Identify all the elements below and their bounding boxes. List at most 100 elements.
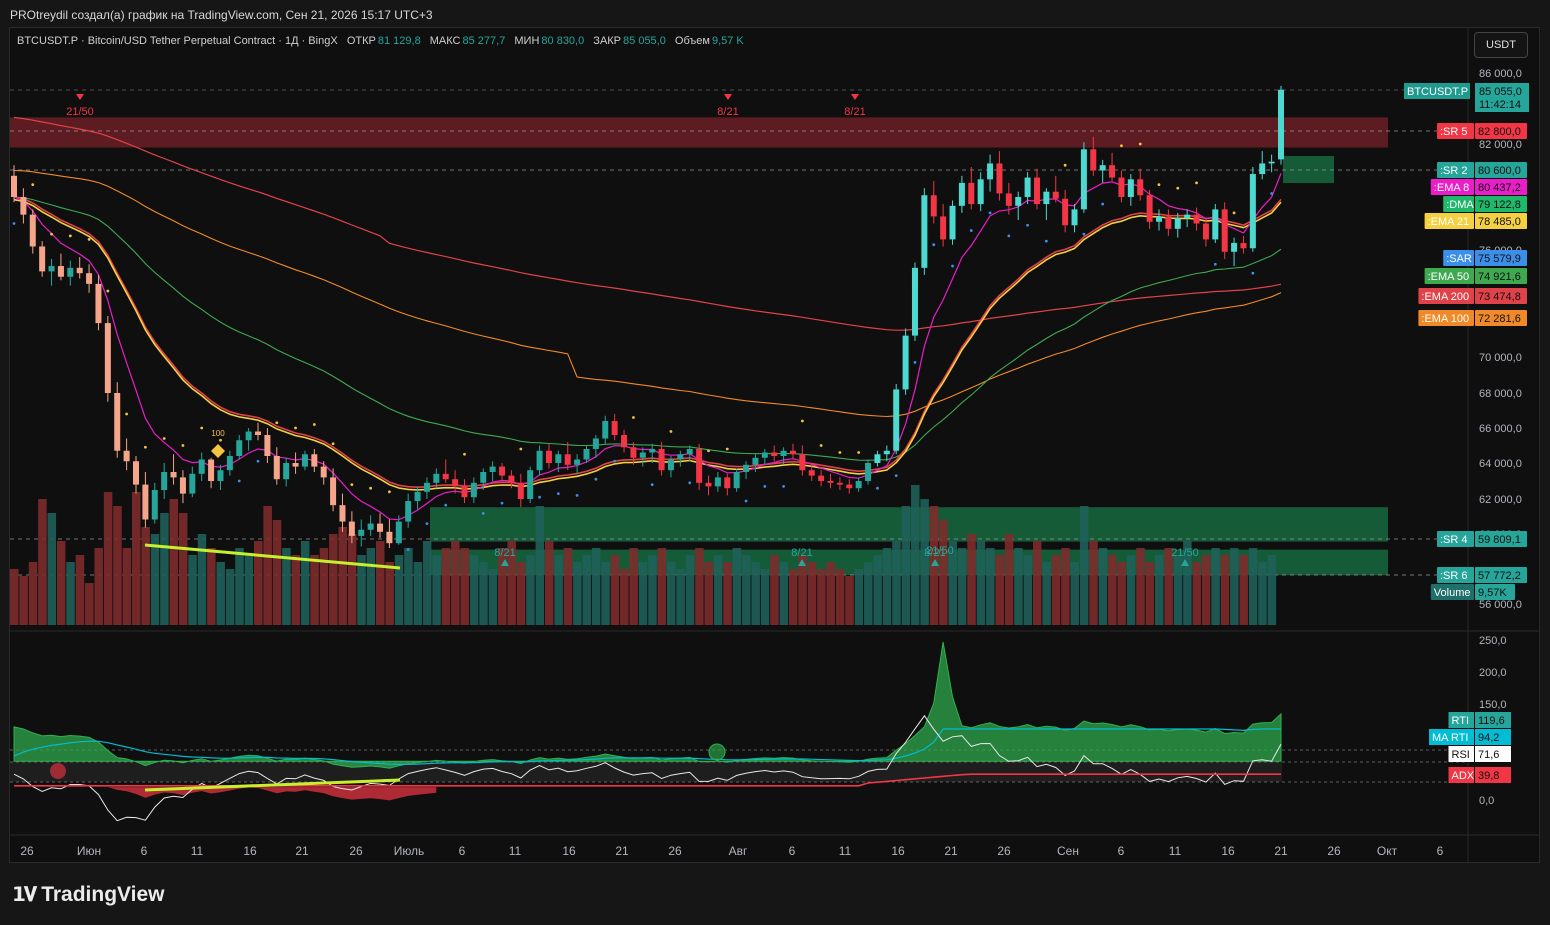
- candle-body: [1090, 149, 1097, 171]
- volume-bar: [235, 548, 244, 625]
- currency-button[interactable]: USDT: [1474, 32, 1528, 58]
- candle-body: [639, 452, 646, 458]
- price-tick: 70 000,0: [1479, 352, 1522, 364]
- candle-body: [189, 473, 196, 494]
- candle-body: [405, 501, 412, 522]
- sar-dot: [1082, 232, 1086, 236]
- candle-body: [574, 459, 581, 465]
- candle-body: [292, 463, 299, 467]
- volume-bar: [310, 555, 319, 625]
- price-tag-value: 72 281,6: [1478, 313, 1521, 325]
- candle-body: [311, 454, 318, 467]
- candle-body: [789, 450, 796, 455]
- sar-dot: [575, 494, 579, 497]
- candle-body: [433, 473, 440, 483]
- candle-body: [621, 435, 628, 448]
- sar-dot: [331, 442, 335, 446]
- price-tag-name: :SAR: [1446, 253, 1472, 265]
- volume-bar: [685, 555, 695, 625]
- time-tick: Июн: [77, 844, 101, 858]
- cross-marker-down: [851, 94, 859, 100]
- candle-body: [1212, 209, 1219, 240]
- sar-dot: [125, 412, 129, 416]
- diamond-marker: [211, 444, 225, 458]
- candle-body: [780, 450, 787, 456]
- volume-bar: [1126, 555, 1136, 625]
- sar-dot: [162, 437, 166, 440]
- candle-body: [987, 163, 994, 180]
- candle-body: [893, 389, 900, 451]
- time-tick: 26: [668, 844, 682, 858]
- time-tick: 26: [1327, 844, 1341, 858]
- candle-body: [170, 472, 177, 478]
- cross-marker-label: 21/50: [66, 106, 94, 118]
- volume-bar: [629, 548, 638, 625]
- volume-bar: [591, 548, 601, 625]
- sar-dot: [50, 232, 53, 236]
- price-tag-ema200: :EMA 200 73 474,8: [1418, 288, 1527, 304]
- time-tick: 21: [1274, 844, 1288, 858]
- volume-bar: [376, 541, 385, 625]
- price-tick: 68 000,0: [1479, 388, 1522, 400]
- price-tag-name: Volume: [1434, 587, 1471, 599]
- sar-dot: [876, 486, 879, 490]
- candle-body: [677, 454, 684, 460]
- candle-body: [649, 449, 656, 453]
- cross-marker-label: 8/21: [717, 106, 738, 118]
- sar-dot: [12, 222, 16, 225]
- osc-label-name: MA RTI: [1432, 732, 1468, 744]
- candle-body: [29, 214, 36, 247]
- volume-bar: [892, 541, 901, 625]
- volume-bar: [957, 548, 967, 625]
- sar-dot: [256, 459, 260, 463]
- symbol-line: BTCUSDT.P · Bitcoin/USD Tether Perpetual…: [17, 35, 338, 47]
- candle-body: [1249, 174, 1256, 249]
- sar-dot: [200, 426, 204, 430]
- time-tick: 21: [615, 844, 629, 858]
- volume-bar: [1070, 562, 1080, 625]
- candle-body: [968, 182, 975, 205]
- candle-body: [480, 472, 487, 483]
- volume-bar: [779, 562, 789, 625]
- volume-bar: [75, 555, 85, 625]
- sar-dot: [106, 289, 110, 293]
- volume-bar: [723, 562, 732, 625]
- candle-body: [761, 452, 768, 458]
- sar-dot: [237, 479, 241, 483]
- candle-body: [395, 521, 402, 544]
- candle-body: [123, 450, 130, 462]
- candle-body: [517, 482, 524, 499]
- sar-dot: [275, 421, 279, 425]
- price-tag-ema100: :EMA 100 72 281,6: [1418, 310, 1527, 326]
- candle-body: [301, 454, 308, 467]
- volume-bar: [582, 555, 591, 625]
- sar-dot: [669, 430, 673, 433]
- candle-body: [423, 482, 430, 492]
- signal-dot-red: [50, 763, 66, 779]
- candle-body: [940, 216, 947, 240]
- sar-dot: [1007, 234, 1011, 238]
- sar-dot: [369, 486, 373, 490]
- candle-body: [1184, 214, 1191, 219]
- volume-bar: [535, 506, 545, 625]
- volume-bar: [85, 583, 94, 625]
- volume-bar: [1098, 548, 1108, 625]
- ema-50-line: [13, 196, 1282, 461]
- sar-dot: [857, 451, 861, 454]
- volume-bar: [1023, 555, 1033, 625]
- candle-body: [874, 454, 881, 463]
- time-tick: 11: [191, 844, 204, 858]
- time-tick: 26: [349, 844, 363, 858]
- volume-bar: [394, 555, 404, 625]
- high-value: 85 277,7: [462, 35, 506, 47]
- osc-label-name: ADX: [1452, 770, 1475, 782]
- sar-dot: [68, 234, 72, 238]
- price-tag-name: :SR 2: [1440, 165, 1468, 177]
- rsi-band: [10, 762, 1282, 782]
- volume-bar: [1108, 555, 1117, 625]
- volume-bar: [554, 555, 563, 625]
- candle-body: [602, 421, 609, 439]
- high-label: МАКС: [429, 35, 461, 47]
- chart-canvas[interactable]: 21/50 8/21 8/218/21 8/21 8/21 21/5021/5010086…: [0, 0, 1550, 925]
- candle-body: [1052, 191, 1059, 199]
